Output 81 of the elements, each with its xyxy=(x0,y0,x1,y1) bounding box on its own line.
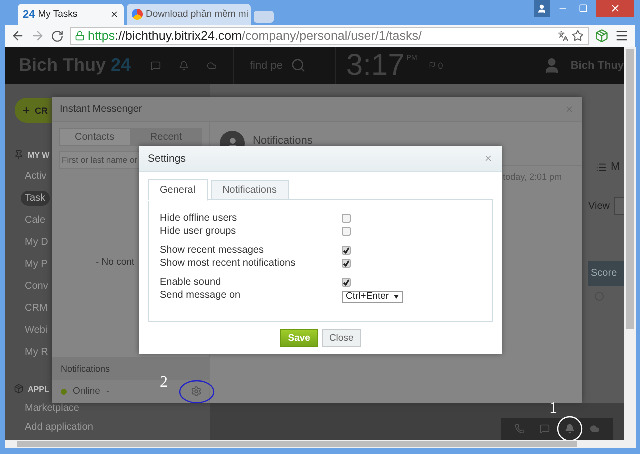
menu-icon[interactable] xyxy=(615,29,629,43)
status-dot xyxy=(61,388,67,394)
section-title: MY W xyxy=(28,150,50,160)
settings-tab[interactable]: General xyxy=(148,179,208,201)
forward-icon[interactable] xyxy=(31,29,45,43)
close-icon xyxy=(610,3,620,14)
option-label: Show recent messages xyxy=(160,245,265,256)
checkbox[interactable] xyxy=(342,227,351,236)
dropdown[interactable]: Ctrl+Enter xyxy=(342,290,404,302)
empty-text: - No cont xyxy=(96,257,135,268)
score-header: Score xyxy=(588,261,624,286)
bell-icon[interactable] xyxy=(564,424,575,434)
close-icon[interactable] xyxy=(110,10,119,19)
sidebar-item[interactable]: Webi xyxy=(25,322,48,338)
dialog-title: Settings xyxy=(148,152,186,164)
sidebar-item[interactable]: My P xyxy=(25,256,48,272)
back-icon[interactable] xyxy=(11,29,25,43)
sidebar-item[interactable]: Cale xyxy=(25,212,46,228)
sidebar-item[interactable]: CRM xyxy=(25,300,48,316)
section-title: APPL xyxy=(28,384,50,394)
pin-icon xyxy=(14,150,24,160)
extension-icon[interactable] xyxy=(595,29,609,43)
user-icon xyxy=(537,4,547,14)
cloud-icon[interactable] xyxy=(590,424,600,434)
close-button[interactable]: Close xyxy=(322,329,361,347)
settings-tab[interactable]: Notifications xyxy=(210,180,290,200)
new-tab-button[interactable] xyxy=(254,11,274,23)
lock-icon xyxy=(75,31,85,41)
view-field[interactable] xyxy=(614,197,624,215)
browser-tab[interactable]: Download phần mềm mi xyxy=(127,4,251,25)
sidebar-item[interactable]: Conv xyxy=(25,278,48,294)
menu-label[interactable]: M xyxy=(611,161,620,173)
caret-icon xyxy=(394,294,400,298)
option-label: Enable sound xyxy=(160,277,222,288)
sidebar-item[interactable]: Add application xyxy=(25,420,94,435)
phone-icon[interactable] xyxy=(514,424,525,434)
option-label: Show most recent notifications xyxy=(160,258,297,269)
dialog-title: Instant Messenger xyxy=(60,104,142,114)
checkbox[interactable] xyxy=(342,214,351,223)
maximize-icon[interactable] xyxy=(578,4,588,13)
sidebar-item[interactable]: Marketplace xyxy=(25,401,80,416)
view-label: View xyxy=(588,200,610,212)
sidebar-item[interactable]: My R xyxy=(25,344,48,360)
annotation-number: 1 xyxy=(550,400,558,418)
checkbox[interactable] xyxy=(342,259,351,268)
chat-icon[interactable] xyxy=(150,60,161,70)
star-icon[interactable] xyxy=(572,30,584,42)
create-button[interactable]: CR xyxy=(15,98,52,123)
option-label: Send message on xyxy=(160,290,242,301)
cloud-icon[interactable] xyxy=(206,60,217,70)
annotation-ellipse xyxy=(179,380,215,404)
sidebar-item[interactable]: Activ xyxy=(25,168,47,184)
chat-icon[interactable] xyxy=(540,424,550,434)
settings-icon[interactable] xyxy=(191,386,202,397)
scrollbar[interactable] xyxy=(5,440,636,448)
globe-icon xyxy=(132,9,143,20)
scrollbar[interactable] xyxy=(624,47,636,440)
status-text[interactable]: Online xyxy=(73,386,100,397)
flag-icon xyxy=(429,62,436,69)
sidebar-item[interactable]: Task xyxy=(21,190,50,206)
save-button[interactable]: Save xyxy=(280,329,318,347)
user-button[interactable] xyxy=(534,0,550,17)
status-suffix: - xyxy=(106,386,110,397)
option-label: Hide user groups xyxy=(160,226,238,237)
plus-icon xyxy=(22,106,31,115)
checkbox[interactable] xyxy=(342,278,351,287)
sidebar-item[interactable]: My D xyxy=(25,234,48,250)
translate-icon[interactable] xyxy=(558,30,569,42)
list-icon xyxy=(596,162,608,172)
pane-title: Notifications xyxy=(253,134,313,146)
search-icon[interactable] xyxy=(290,58,306,73)
bell-icon[interactable] xyxy=(178,60,189,70)
reload-icon[interactable] xyxy=(51,30,64,42)
browser-tab[interactable]: 24 My Tasks xyxy=(18,4,124,25)
option-label: Hide offline users xyxy=(160,213,238,224)
box-icon xyxy=(14,384,24,394)
url-text: https://bichthuy.bitrix24.com/company/personal/user/1/tasks/ xyxy=(88,29,422,43)
close-button[interactable] xyxy=(596,0,634,17)
address-bar[interactable]: https://bichthuy.bitrix24.com/company/personal/user/1/tasks/ xyxy=(70,27,589,45)
messenger-tab[interactable]: Contacts xyxy=(59,128,130,146)
checkbox[interactable] xyxy=(342,246,351,255)
